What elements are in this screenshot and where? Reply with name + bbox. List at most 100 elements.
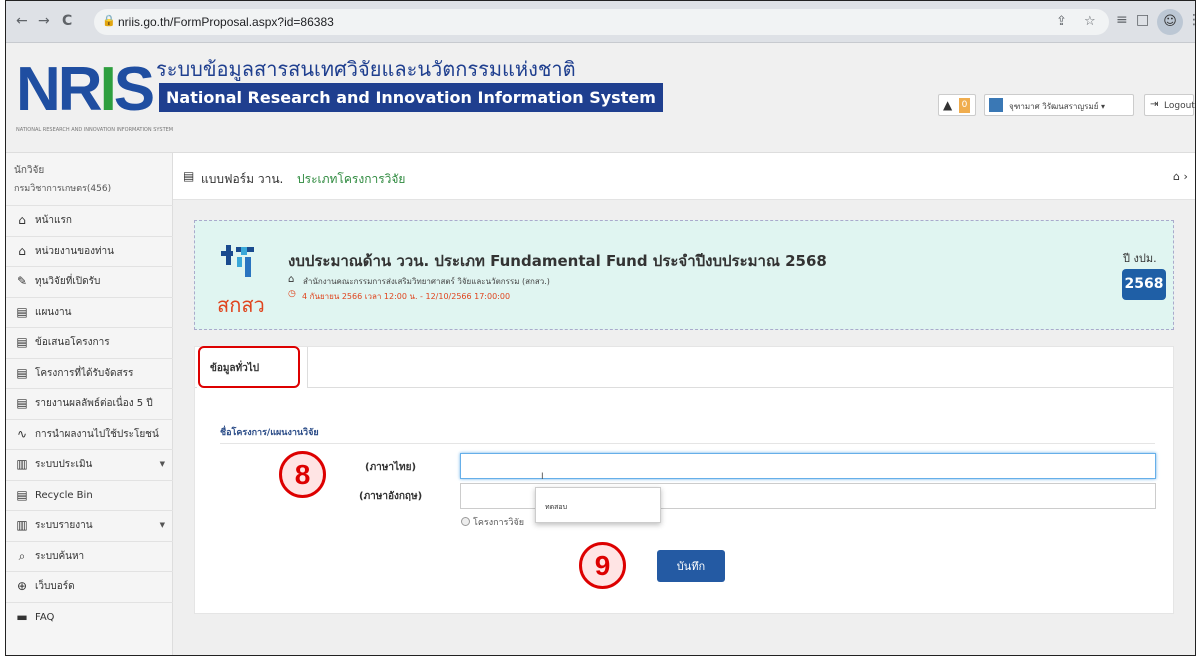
sidebar-item-proposals[interactable]: ▤ ข้อเสนอโครงการ	[6, 327, 173, 358]
caret-down-icon: ▼	[159, 460, 165, 468]
caret-down-icon: ▼	[159, 521, 165, 529]
sidebar: นักวิจัย กรมวิชาการเกษตร(456) ⌂ หน้าแรก ⌂…	[6, 153, 173, 655]
proposal-form-panel: ข้อมูลทั่วไป ชื่อโครงการ/แผนงานวิจัย (ภา…	[194, 346, 1174, 614]
sidebar-item-recycle-bin[interactable]: ▤ Recycle Bin	[6, 479, 173, 511]
sidebar-item-label: แผนงาน	[35, 306, 72, 318]
profile-avatar-icon[interactable]: ☺	[1157, 9, 1183, 35]
home-icon: ⌂	[18, 243, 26, 258]
tsri-logo: สกสว	[217, 245, 265, 317]
user-menu-dropdown[interactable]: จุฑามาศ วิรัฒนสราญรมย์ ▾	[984, 94, 1134, 116]
radio-button[interactable]	[461, 517, 470, 526]
main-content: สกสว งบประมาณด้าน ววน. ประเภท Fundamenta…	[173, 200, 1195, 655]
user-role: นักวิจัย	[14, 165, 45, 176]
logout-label: Logout	[1164, 101, 1195, 111]
bell-icon: ▲	[943, 98, 953, 112]
building-icon: ⌂	[288, 274, 295, 285]
clipboard-icon: ▤	[16, 487, 28, 502]
side-panel-icon[interactable]: □	[1136, 12, 1149, 28]
sidebar-item-home[interactable]: ⌂ หน้าแรก	[6, 205, 173, 236]
browser-toolbar: ← → C 🔒 nriis.go.th/FormProposal.aspx?id…	[6, 1, 1195, 43]
back-icon[interactable]: ←	[16, 13, 28, 29]
sidebar-item-label: ทุนวิจัยที่เปิดรับ	[35, 276, 101, 287]
section-title: ชื่อโครงการ/แผนงานวิจัย	[220, 428, 319, 438]
bar-chart-icon: ▥	[16, 457, 28, 471]
sidebar-item-my-agency[interactable]: ⌂ หน่วยงานของท่าน	[6, 235, 173, 267]
form-tabs: ข้อมูลทั่วไป	[195, 346, 1173, 388]
logout-button[interactable]: ⇥ Logout	[1144, 94, 1195, 116]
clipboard-icon: ▤	[16, 335, 28, 349]
sidebar-item-5-year-report[interactable]: ▤ รายงานผลลัพธ์ต่อเนื่อง 5 ปี	[6, 388, 173, 419]
globe-icon: ⊕	[16, 579, 28, 593]
text-cursor-icon: I	[541, 472, 544, 482]
step-marker-8: 8	[279, 451, 326, 498]
sidebar-item-label: โครงการที่ได้รับจัดสรร	[35, 367, 134, 379]
bookmark-star-icon[interactable]: ☆	[1084, 14, 1096, 29]
bar-chart-icon: ▥	[16, 518, 28, 532]
tsri-mark-icon	[221, 245, 257, 285]
line-chart-icon: ∿	[16, 426, 28, 441]
sidebar-item-open-grants[interactable]: ✎ ทุนวิจัยที่เปิดรับ	[6, 266, 173, 297]
autocomplete-option[interactable]: ทดสอบ	[545, 502, 567, 513]
clock-icon: ◷	[288, 289, 296, 299]
sidebar-item-funded-projects[interactable]: ▤ โครงการที่ได้รับจัดสรร	[6, 357, 173, 389]
share-icon[interactable]: ⇪	[1056, 14, 1067, 29]
tsri-name: สกสว	[217, 293, 265, 317]
home-icon: ⌂	[18, 213, 26, 227]
logout-icon: ⇥	[1150, 99, 1159, 110]
sidebar-item-label: Recycle Bin	[35, 489, 93, 501]
search-icon: ⌕	[18, 548, 26, 563]
breadcrumb-prefix: แบบฟอร์ม วาน.	[201, 172, 284, 186]
sidebar-item-label: เว็บบอร์ด	[35, 581, 75, 592]
sidebar-item-label: ระบบรายงาน	[35, 520, 93, 531]
nriis-logo[interactable]: NRIS NATIONAL RESEARCH AND INNOVATION IN…	[16, 53, 173, 149]
clipboard-icon: ▤	[16, 304, 28, 319]
save-button[interactable]: บันทึก	[657, 550, 725, 582]
logo-text-i: I	[99, 55, 117, 124]
logo-text-s: S	[113, 55, 155, 124]
sidebar-item-search[interactable]: ⌕ ระบบค้นหา	[6, 540, 173, 572]
sidebar-item-evaluation[interactable]: ▥ ระบบประเมิน ▼	[6, 449, 173, 480]
url-text[interactable]: nriis.go.th/FormProposal.aspx?id=86383	[118, 15, 334, 29]
sidebar-item-plans[interactable]: ▤ แผนงาน	[6, 296, 173, 328]
clipboard-icon: ▤	[16, 365, 28, 380]
clipboard-icon: ▤	[16, 396, 28, 410]
project-name-thai-input[interactable]	[460, 453, 1156, 479]
browser-menu-icon[interactable]: ⋮	[1187, 12, 1195, 28]
faq-icon: ▬	[16, 609, 28, 624]
lock-icon[interactable]: 🔒	[102, 14, 116, 27]
gavel-icon: ✎	[16, 274, 28, 288]
thai-name-label: (ภาษาไทย)	[365, 462, 417, 473]
sidebar-item-faq[interactable]: ▬ FAQ	[6, 601, 173, 633]
home-icon[interactable]: ⌂ ›	[1173, 170, 1188, 183]
english-name-label: (ภาษาอังกฤษ)	[359, 491, 423, 502]
breadcrumb-link[interactable]: ประเภทโครงการวิจัย	[297, 170, 405, 189]
sidebar-item-label: ระบบค้นหา	[35, 550, 85, 562]
budget-year-badge: 2568	[1122, 269, 1166, 300]
forward-icon[interactable]: →	[38, 13, 50, 29]
sidebar-item-label: การนำผลงานไปใช้ประโยชน์	[35, 428, 159, 440]
user-name: จุฑามาศ วิรัฒนสราญรมย์ ▾	[1009, 102, 1105, 111]
sidebar-item-reports[interactable]: ▥ ระบบรายงาน ▼	[6, 510, 173, 541]
agency-name: สำนักงานคณะกรรมการส่งเสริมวิทยาศาสตร์ วิ…	[303, 277, 550, 286]
reload-icon[interactable]: C	[62, 13, 72, 29]
funding-banner: สกสว งบประมาณด้าน ววน. ประเภท Fundamenta…	[194, 220, 1174, 330]
radio-label: โครงการวิจัย	[473, 518, 525, 528]
sidebar-item-label: FAQ	[35, 611, 55, 623]
submission-period: 4 กันยายน 2566 เวลา 12:00 น. - 12/10/256…	[302, 292, 511, 301]
logo-text-nr: NR	[16, 55, 103, 124]
form-icon: ▤	[183, 169, 195, 183]
tab-highlight-box	[198, 346, 300, 388]
sidebar-item-label: ข้อเสนอโครงการ	[35, 337, 110, 348]
sidebar-item-webboard[interactable]: ⊕ เว็บบอร์ด	[6, 571, 173, 602]
address-bar[interactable]: 🔒 nriis.go.th/FormProposal.aspx?id=86383…	[94, 9, 1109, 35]
funding-title: งบประมาณด้าน ววน. ประเภท Fundamental Fun…	[288, 252, 827, 270]
sidebar-item-label: หน่วยงานของท่าน	[35, 245, 115, 257]
notification-button[interactable]: ▲ 0	[938, 94, 976, 116]
section-divider	[220, 443, 1155, 444]
notification-count-badge: 0	[959, 98, 970, 113]
sidebar-item-utilization[interactable]: ∿ การนำผลงานไปใช้ประโยชน์	[6, 418, 173, 450]
sidebar-item-label: ระบบประเมิน	[35, 459, 93, 470]
sidebar-item-label: หน้าแรก	[35, 215, 72, 226]
screenshot-frame: ← → C 🔒 nriis.go.th/FormProposal.aspx?id…	[5, 0, 1196, 656]
reading-list-icon[interactable]: ≡	[1116, 12, 1128, 28]
